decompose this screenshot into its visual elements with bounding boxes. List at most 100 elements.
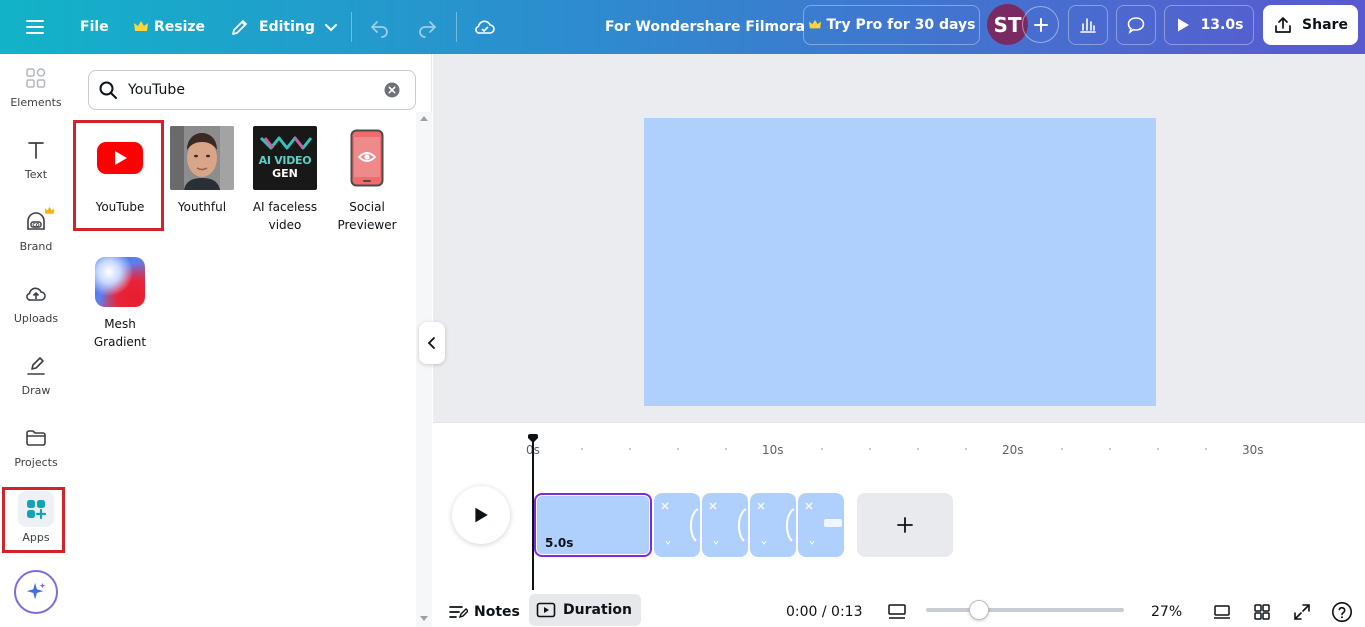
ruler-dot [821, 448, 823, 450]
app-tile-mesh-gradient[interactable]: Mesh Gradient [79, 257, 161, 351]
playhead-handle-icon [528, 434, 538, 443]
add-page-button[interactable] [857, 493, 953, 557]
save-status-button[interactable] [473, 0, 497, 54]
clip-duration-label: 5.0s [545, 536, 574, 550]
ai-video-gen-logo: AI VIDEO GEN [253, 126, 317, 190]
document-title[interactable]: For Wondershare Filmora [605, 0, 805, 54]
clear-search-icon[interactable] [384, 82, 400, 98]
youtube-highlight-box [73, 120, 164, 231]
undo-icon [370, 21, 388, 38]
folder-icon [26, 430, 46, 446]
pages-view-button[interactable] [1212, 598, 1232, 626]
top-bar: File Resize Editing For Wondershare Film… [0, 0, 1365, 54]
crown-icon [134, 21, 148, 31]
search-box[interactable]: YouTube [88, 70, 416, 110]
insights-button[interactable] [1068, 5, 1108, 45]
video-duration-icon [536, 602, 556, 618]
menu-button[interactable] [24, 0, 46, 54]
crown-icon [44, 206, 55, 214]
timeline-clip-3[interactable] [702, 493, 748, 557]
rail-item-uploads[interactable]: Uploads [0, 272, 72, 340]
clip-thumbnail-icon [661, 502, 699, 545]
search-input[interactable]: YouTube [128, 82, 185, 98]
undo-button[interactable] [369, 0, 391, 54]
notes-button[interactable]: Notes [448, 598, 520, 626]
try-pro-button[interactable]: Try Pro for 30 days [803, 5, 980, 45]
zoom-slider-knob[interactable] [969, 600, 989, 620]
resize-button[interactable]: Resize [133, 0, 205, 54]
menu-icon [26, 20, 44, 34]
comment-icon [1127, 17, 1145, 34]
help-icon [1332, 602, 1352, 622]
rail-item-text[interactable]: Text [0, 128, 72, 196]
timeline-view-icon [888, 604, 906, 619]
timeline-play-button[interactable] [452, 486, 510, 544]
svg-text:CO: CO [32, 222, 39, 228]
search-icon [99, 81, 117, 99]
pages-icon [1214, 605, 1230, 619]
collapse-panel-button[interactable] [419, 322, 445, 364]
present-button[interactable]: 13.0s [1164, 5, 1254, 45]
panel-scrollbar[interactable] [416, 112, 432, 627]
app-tile-ai-faceless-video[interactable]: AI VIDEO GEN AI faceless video [244, 126, 326, 234]
share-icon [1275, 17, 1291, 33]
rail-item-elements[interactable]: Elements [0, 56, 72, 124]
comments-button[interactable] [1116, 5, 1156, 45]
design-page[interactable] [644, 118, 1156, 406]
expand-icon [1294, 604, 1310, 620]
tick-label: 10s [762, 443, 784, 457]
ruler-dot [1061, 448, 1063, 450]
share-button[interactable]: Share [1263, 5, 1358, 45]
ruler-dot [1205, 448, 1207, 450]
ruler-dot [677, 448, 679, 450]
pen-icon [27, 357, 45, 375]
app-tile-youthful[interactable]: Youthful [161, 126, 243, 216]
play-icon [1177, 18, 1189, 32]
chevron-left-icon [427, 337, 435, 349]
phone-eye-icon [350, 129, 384, 187]
redo-button[interactable] [416, 0, 438, 54]
text-icon [28, 142, 44, 159]
clip-thumbnail-icon [805, 502, 842, 545]
file-menu[interactable]: File [80, 0, 109, 54]
shapes-icon [26, 68, 46, 88]
ruler-dot [629, 448, 631, 450]
chevron-down-icon [324, 24, 337, 32]
duration-button[interactable]: Duration [529, 594, 642, 626]
app-tile-social-previewer[interactable]: Social Previewer [326, 126, 408, 234]
invite-button[interactable] [1022, 6, 1059, 43]
fullscreen-button[interactable] [1293, 598, 1311, 626]
ruler-dot [1109, 448, 1111, 450]
face-portrait-icon [170, 126, 234, 190]
rail-item-brand[interactable]: CO Brand [0, 200, 72, 268]
ruler-dot [917, 448, 919, 450]
timeline-clip-2[interactable] [654, 493, 700, 557]
tick-label: 30s [1242, 443, 1264, 457]
zoom-slider-track[interactable] [926, 608, 1124, 612]
rail-item-projects[interactable]: Projects [0, 416, 72, 484]
magic-assistant-button[interactable] [14, 570, 58, 614]
rail-item-draw[interactable]: Draw [0, 344, 72, 412]
scroll-up-icon[interactable] [420, 115, 428, 121]
plus-icon [897, 517, 913, 533]
playhead[interactable] [528, 434, 538, 590]
ruler-dot [725, 448, 727, 450]
tick-label: 20s [1002, 443, 1024, 457]
help-button[interactable] [1331, 598, 1353, 626]
sparkle-icon [26, 582, 46, 600]
zoom-percentage[interactable]: 27% [1151, 598, 1182, 626]
grid-view-button[interactable] [1253, 598, 1271, 626]
scroll-down-icon[interactable] [420, 616, 428, 622]
page-view-toggle[interactable] [887, 598, 907, 626]
clip-thumbnail-icon [757, 502, 795, 545]
time-readout: 0:00 / 0:13 [786, 604, 863, 620]
editing-mode-dropdown[interactable]: Editing [230, 0, 338, 54]
apps-highlight-box [2, 487, 65, 553]
timeline-clip-5[interactable] [798, 493, 844, 557]
social-previewer-logo [335, 126, 399, 190]
timeline-clip-4[interactable] [750, 493, 796, 557]
timeline-clip-1[interactable]: 5.0s [534, 493, 652, 557]
youthful-thumbnail [170, 126, 234, 190]
bar-chart-icon [1080, 18, 1096, 33]
cloud-upload-icon [26, 287, 46, 301]
